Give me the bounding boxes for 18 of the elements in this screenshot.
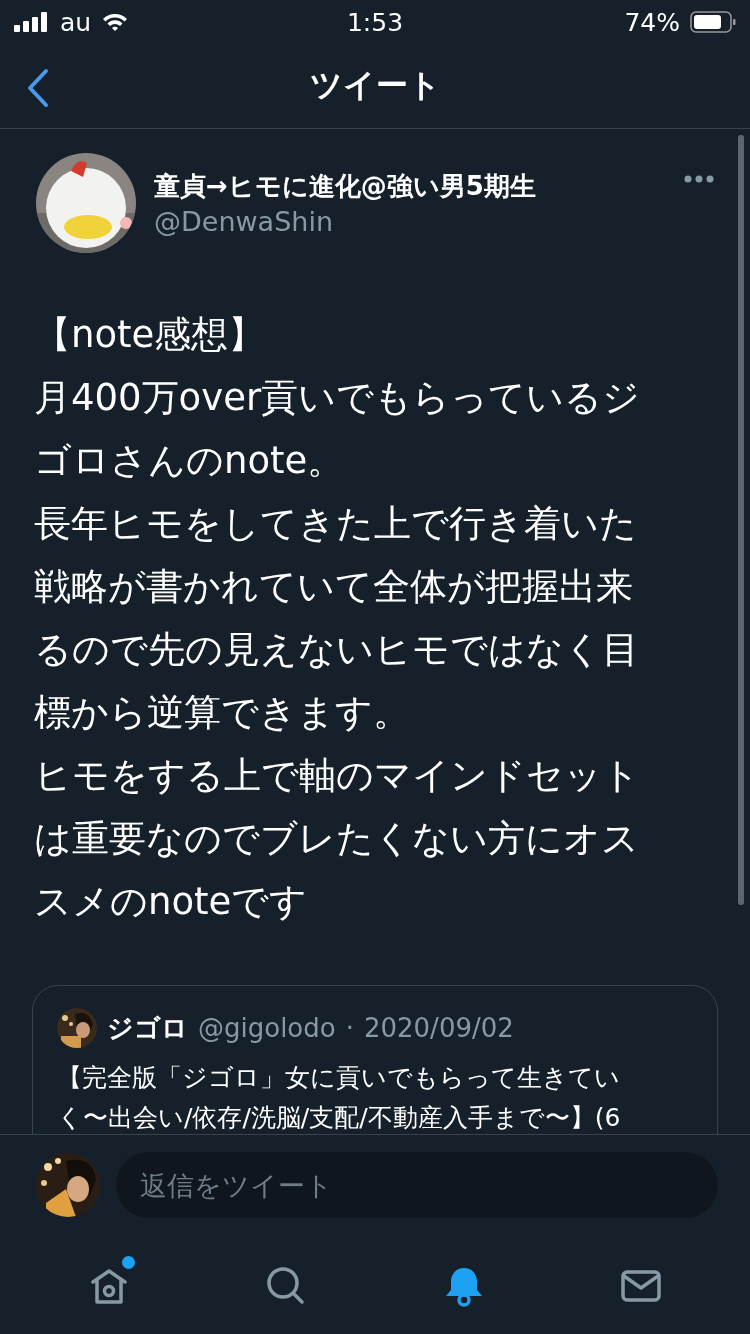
back-button[interactable] [26,68,50,108]
status-time: 1:53 [346,7,404,37]
battery-icon [690,11,736,33]
battery-percent: 74% [624,7,680,37]
wifi-icon [101,12,130,32]
screen-title: ツイート [309,65,441,106]
tweet-text: 【note感想】 月400万over貢いでもらっているジ ゴロさんのnote。 長年ヒモをしてきた上で行き着いた 戦略が書かれていて全体が把握出来 るので先の見えないヒモではなく目 標から逆算できます。 ヒモをする上で軸のマインドセット は重要なのでブレたくない方にオス スメのnoteです [34,312,642,925]
quote-text: 【完全版「ジゴロ」女に貢いでもらって生きてい く〜出会い/依存/洗脳/支配/不動産入手まで〜】(6 [57,1062,622,1134]
carrier-name: au [60,7,92,37]
more-icon[interactable] [684,175,714,183]
signal-icon [14,12,50,32]
quote-author-name: ジゴロ [107,1011,188,1045]
separator-dot: · [345,1013,354,1043]
author-name: 童貞→ヒモに進化@強い男5期生 [154,170,537,203]
author-handle: @DenwaShin [154,206,334,237]
reply-field[interactable]: 返信をツイート [116,1152,718,1218]
quote-author-handle: @gigolodo [198,1013,336,1043]
quote-date: 2020/09/02 [363,1013,514,1043]
